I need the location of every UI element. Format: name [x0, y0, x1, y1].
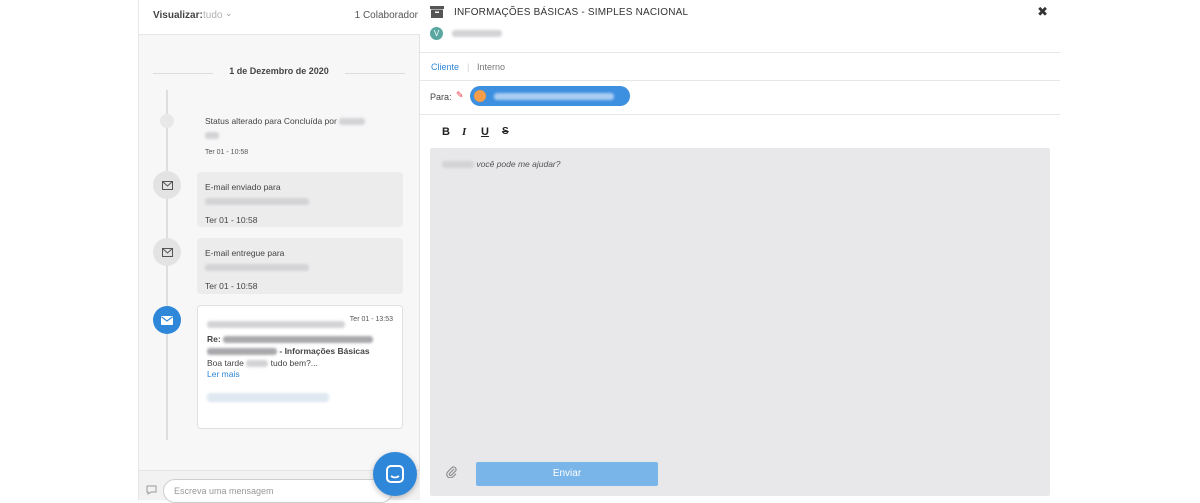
redacted-email: [205, 264, 309, 272]
bold-button[interactable]: B: [442, 126, 450, 138]
strikethrough-button[interactable]: S: [502, 126, 509, 137]
underline-button[interactable]: U: [481, 126, 489, 138]
view-filter-label: Visualizar:: [153, 10, 203, 21]
email-greeting-end: tudo bem?...: [270, 358, 318, 368]
status-dot-icon: [160, 114, 174, 128]
status-event: Status alterado para Concluída por Ter 0…: [205, 115, 405, 156]
redacted-email: [205, 198, 309, 206]
tab-interno[interactable]: Interno: [477, 62, 505, 72]
date-separator: 1 de Dezembro de 2020: [153, 66, 405, 80]
message-editor[interactable]: você pode me ajudar? Enviar: [430, 148, 1050, 496]
redacted-name: [339, 118, 366, 126]
send-button[interactable]: Enviar: [476, 462, 658, 486]
redacted-recipient: [494, 92, 614, 100]
received-email-card[interactable]: Ter 01 - 13:53 Re: - Informações Básicas…: [197, 305, 403, 429]
compose-panel: INFORMAÇÕES BÁSICAS - SIMPLES NACIONAL ✖…: [420, 0, 1060, 500]
attachment-link[interactable]: [207, 393, 329, 403]
status-event-text: Status alterado para Concluída por: [205, 116, 337, 126]
chat-icon: [386, 465, 404, 483]
email-sent-text: E-mail enviado para: [205, 182, 281, 192]
chat-bubble-icon: [146, 485, 157, 495]
email-subject: - Informações Básicas: [279, 346, 370, 356]
archive-icon: [430, 6, 444, 18]
email-greeting: Boa tarde: [207, 358, 244, 368]
message-input[interactable]: Escreva uma mensagem: [163, 479, 393, 503]
avatar: [474, 90, 486, 102]
email-delivered-time: Ter 01 - 10:58: [205, 281, 258, 291]
email-time: Ter 01 - 13:53: [349, 316, 393, 323]
to-label: Para:: [430, 92, 452, 102]
pencil-icon[interactable]: ✎: [456, 90, 464, 101]
redacted-mention: [442, 161, 474, 169]
status-event-time: Ter 01 - 10:58: [205, 149, 249, 156]
redacted-sender: [207, 321, 345, 329]
email-sent-time: Ter 01 - 10:58: [205, 215, 258, 225]
chevron-down-icon[interactable]: ⌄: [225, 8, 233, 19]
email-delivered-card: E-mail entregue para Ter 01 - 10:58: [197, 238, 403, 294]
collaborators-count[interactable]: 1 Colaborador: [355, 10, 418, 21]
timeline-panel: Visualizar: tudo ⌄ 1 Colaborador 1 de De…: [138, 0, 421, 503]
redacted-company: [452, 30, 502, 37]
chat-launcher-button[interactable]: [373, 452, 417, 496]
email-delivered-text: E-mail entregue para: [205, 248, 285, 258]
redacted-subject: [223, 336, 374, 344]
tab-cliente[interactable]: Cliente: [431, 62, 459, 72]
read-more-link[interactable]: Ler mais: [207, 369, 393, 379]
ticket-title: INFORMAÇÕES BÁSICAS - SIMPLES NACIONAL: [454, 7, 689, 18]
envelope-icon: [153, 171, 181, 199]
view-filter-value[interactable]: tudo: [203, 10, 222, 21]
email-sent-card: E-mail enviado para Ter 01 - 10:58: [197, 172, 403, 227]
company-badge: V: [430, 27, 443, 40]
editor-text: você pode me ajudar?: [476, 159, 561, 169]
envelope-icon: [153, 238, 181, 266]
paperclip-icon[interactable]: [446, 466, 457, 481]
envelope-icon: [153, 306, 181, 334]
timeline-header: Visualizar: tudo ⌄ 1 Colaborador: [139, 0, 421, 35]
date-label: 1 de Dezembro de 2020: [229, 66, 329, 76]
close-icon[interactable]: ✖: [1037, 4, 1048, 20]
email-re-label: Re:: [207, 334, 221, 344]
recipient-chip[interactable]: [470, 86, 630, 106]
italic-button[interactable]: I: [462, 126, 466, 138]
